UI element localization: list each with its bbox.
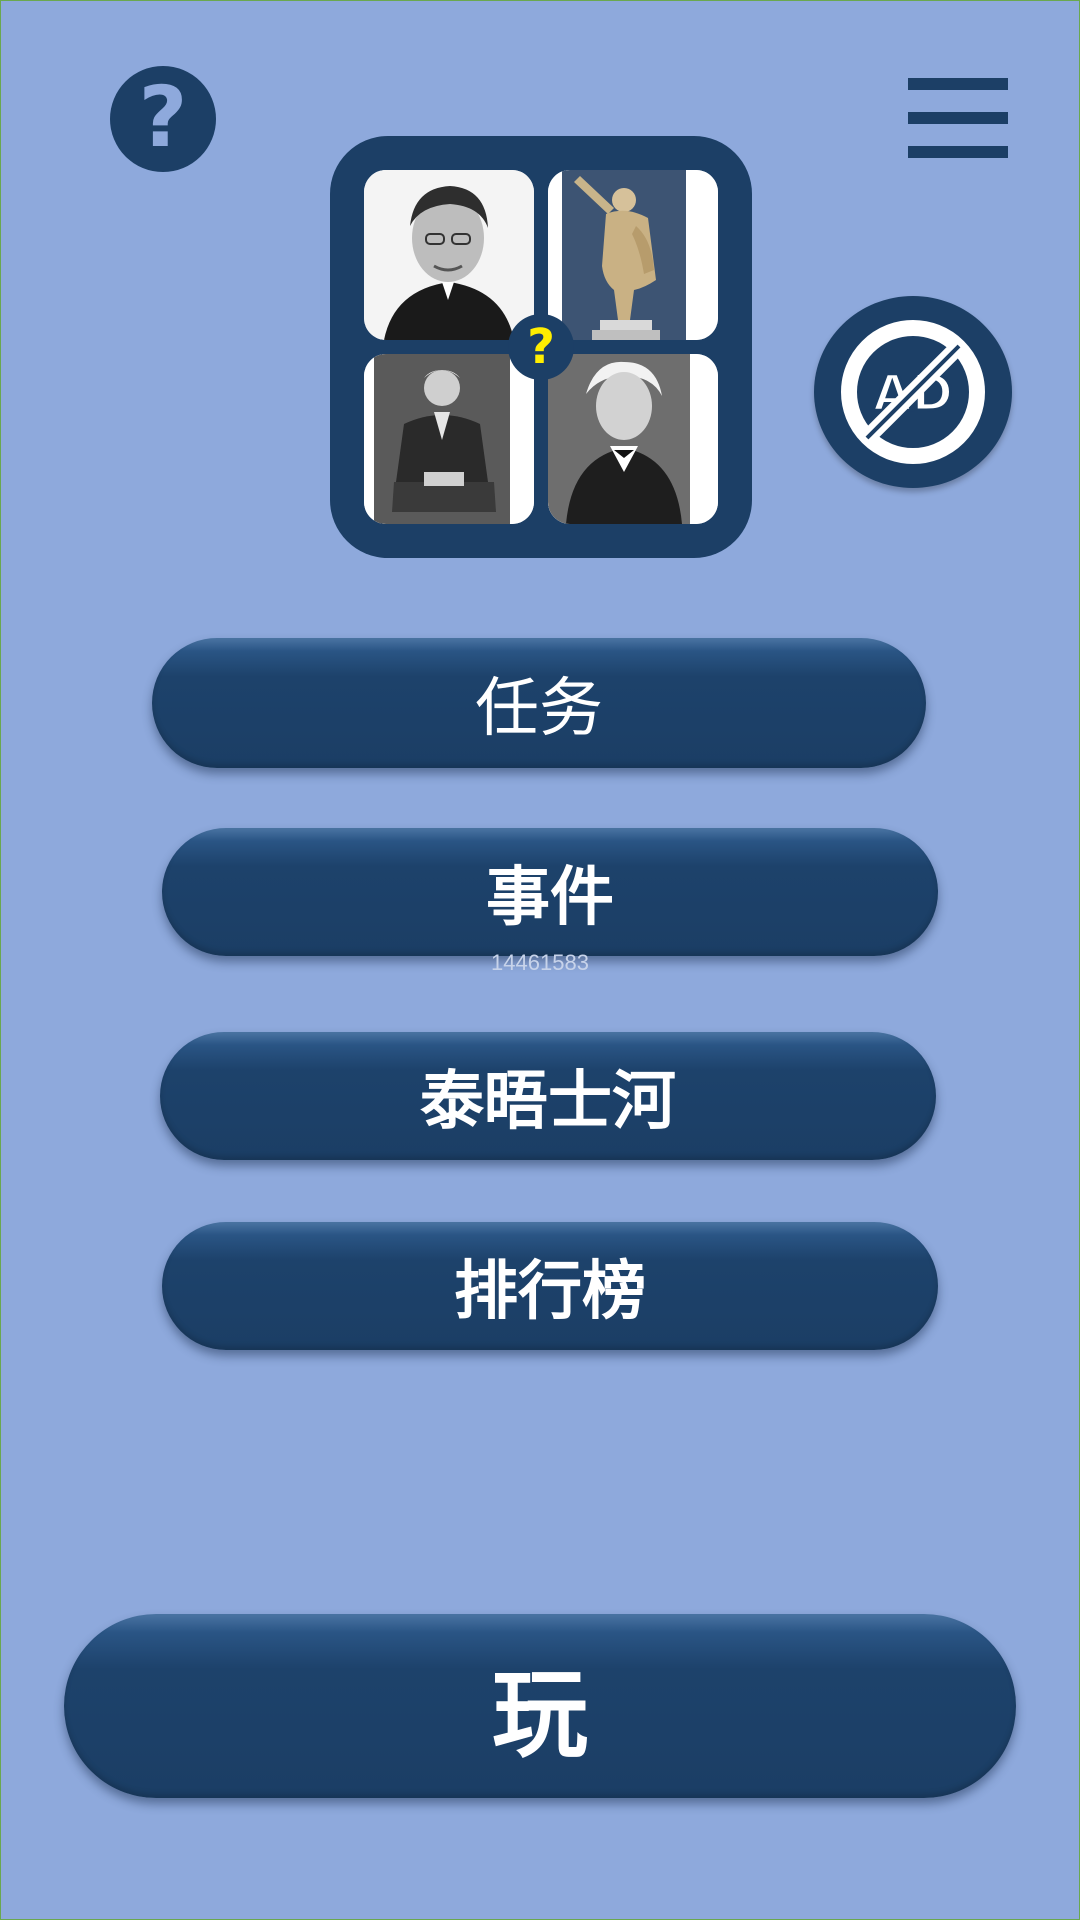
thames-button[interactable]: 泰晤士河 xyxy=(160,1032,936,1160)
tasks-button[interactable]: 任务 xyxy=(152,638,926,768)
roman-statue-icon xyxy=(548,170,718,340)
white-haired-man-icon xyxy=(548,354,718,524)
play-button[interactable]: 玩 xyxy=(64,1614,1016,1798)
events-button-label: 事件 xyxy=(486,861,614,935)
logo-tile-white-haired-man xyxy=(548,354,718,524)
leaderboard-button-label: 排行榜 xyxy=(454,1255,646,1329)
hamburger-menu-icon xyxy=(908,78,1008,90)
menu-icon-bar xyxy=(908,112,1008,124)
events-button[interactable]: 事件 xyxy=(162,828,938,956)
question-mark-icon: ? xyxy=(138,68,188,166)
menu-button[interactable] xyxy=(908,74,1008,162)
question-mark-icon: ? xyxy=(527,319,555,375)
help-button[interactable]: ? xyxy=(110,66,216,172)
overlay-code: 14461583 xyxy=(491,950,589,975)
tasks-button-label: 任务 xyxy=(475,672,603,746)
menu-icon-bar xyxy=(908,146,1008,158)
logo-tile-statue xyxy=(548,170,718,340)
portrait-bearded-man-icon xyxy=(364,170,534,340)
logo-question-badge: ? xyxy=(508,314,574,380)
seated-old-man-icon xyxy=(364,354,534,524)
game-logo: ? xyxy=(330,136,752,558)
no-ads-icon: AD xyxy=(841,320,985,464)
leaderboard-button[interactable]: 排行榜 xyxy=(162,1222,938,1350)
play-button-label: 玩 xyxy=(492,1658,588,1771)
thames-button-label: 泰晤士河 xyxy=(420,1065,676,1139)
logo-tile-seated-man xyxy=(364,354,534,524)
no-ads-button[interactable]: AD xyxy=(814,296,1012,488)
logo-tile-portrait xyxy=(364,170,534,340)
